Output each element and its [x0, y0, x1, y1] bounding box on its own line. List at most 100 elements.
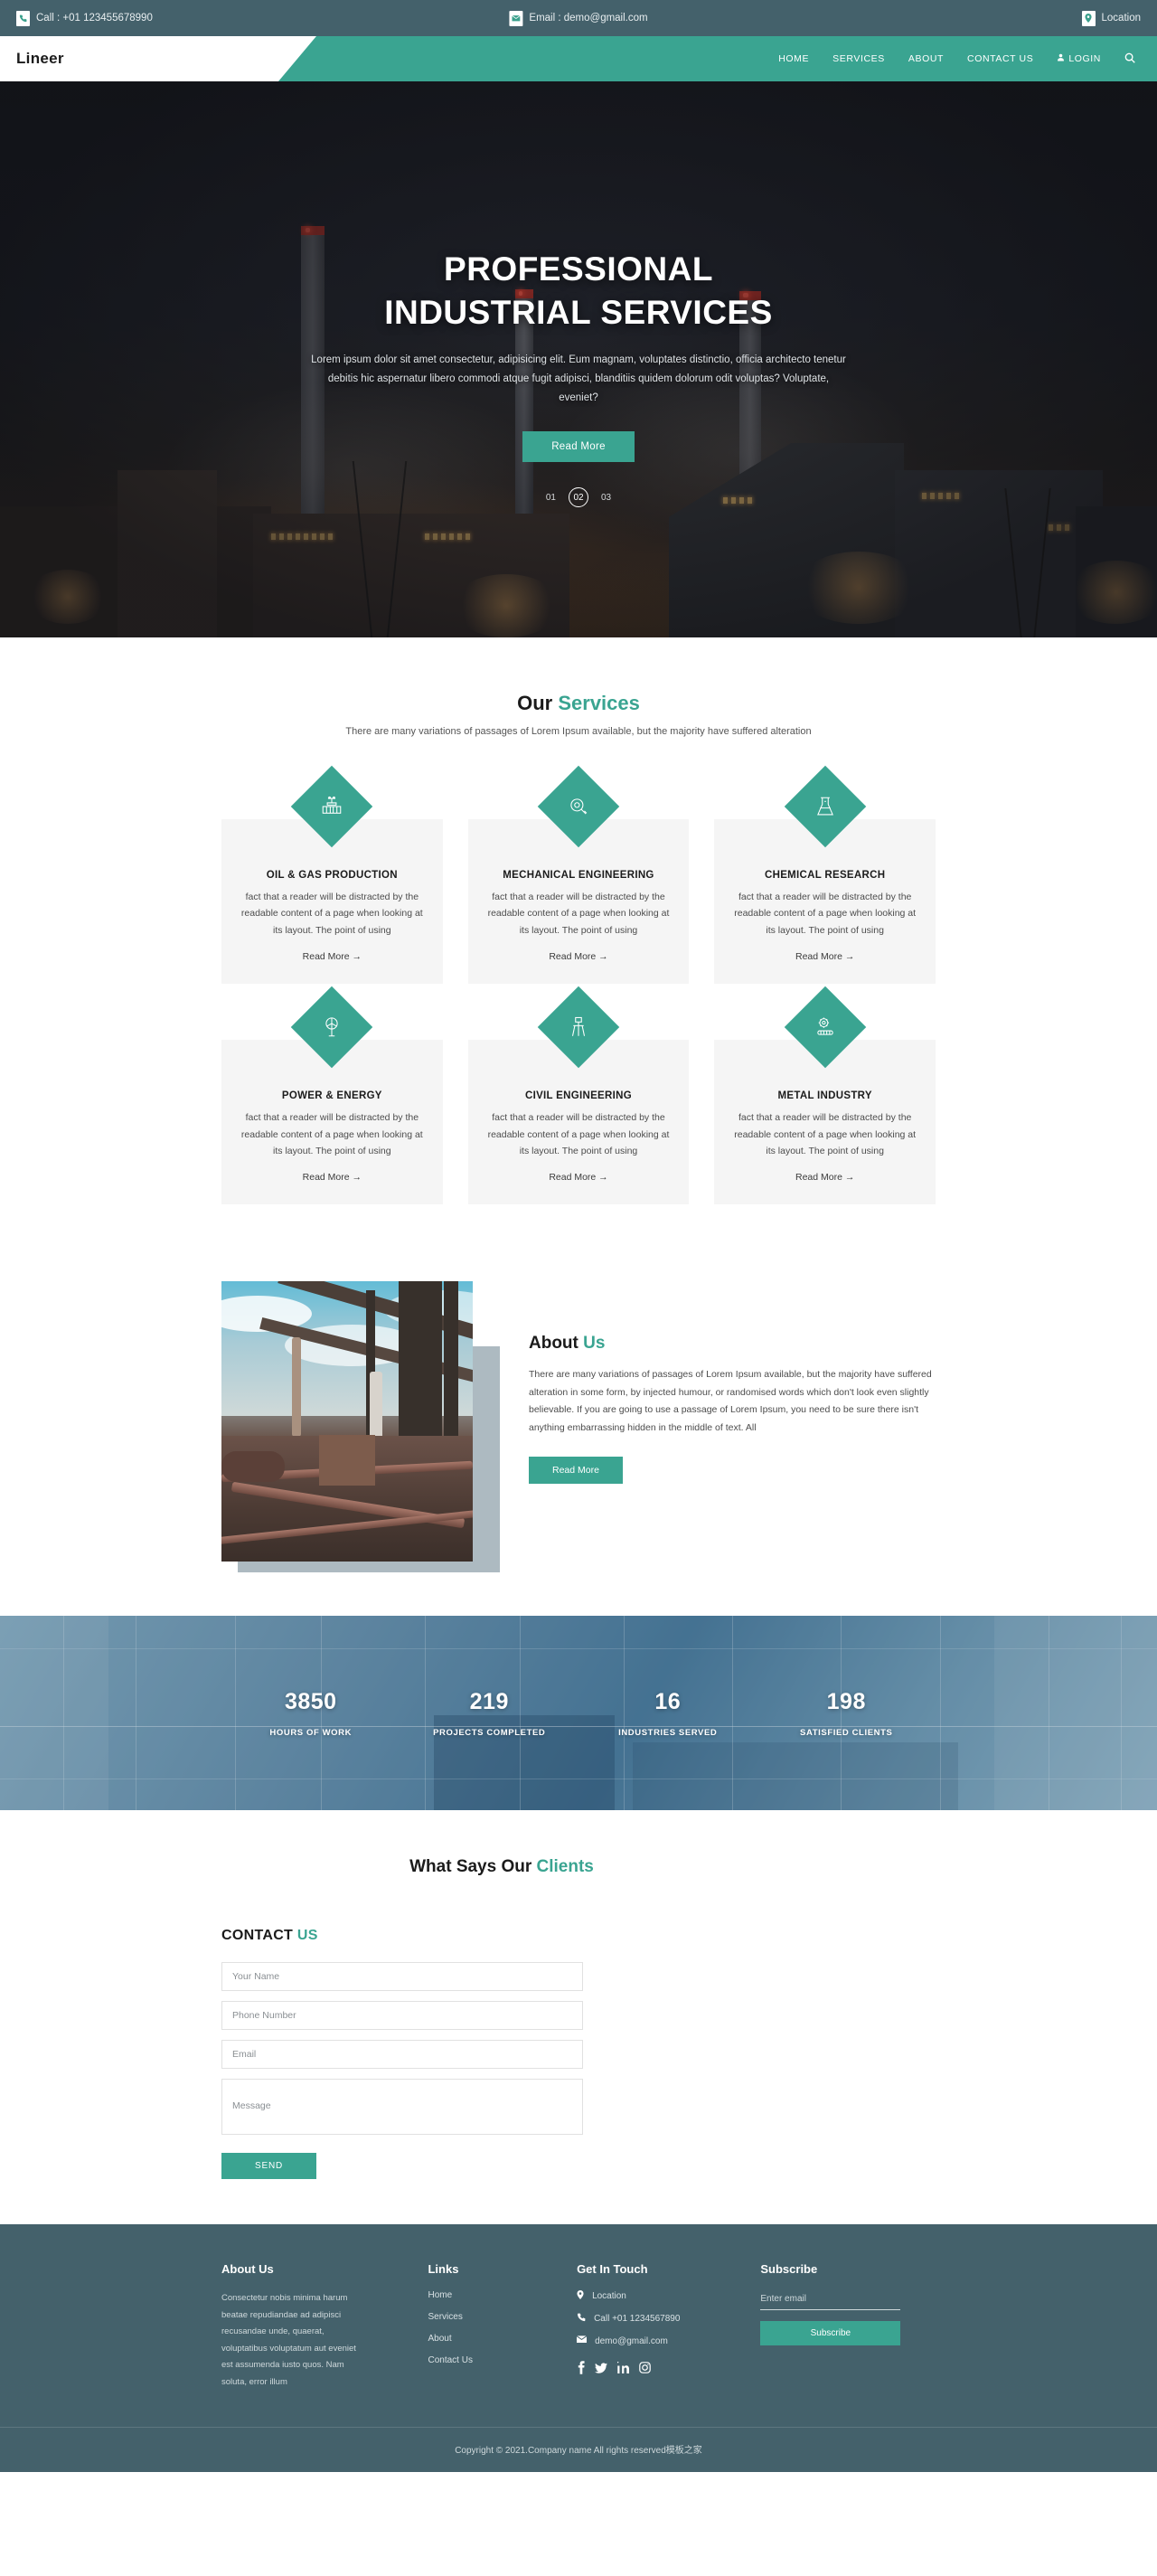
hero-slide-02[interactable]: 02	[569, 487, 588, 508]
nav-item-login-label: LOGIN	[1068, 53, 1101, 64]
service-title: POWER & ENERGY	[281, 1090, 382, 1102]
about-section: About Us There are many variations of pa…	[0, 1231, 1157, 1617]
about-heading-plain: About	[529, 1334, 584, 1354]
footer-email[interactable]: demo@gmail.com	[577, 2335, 760, 2346]
service-card[interactable]: POWER & ENERGY fact that a reader will b…	[221, 986, 443, 1205]
service-read-more-link[interactable]: Read More →	[549, 1172, 607, 1183]
footer-location[interactable]: Location	[577, 2290, 760, 2302]
footer-touch-heading: Get In Touch	[577, 2262, 648, 2277]
topbar-email[interactable]: Email : demo@gmail.com	[509, 10, 648, 26]
topbar-location[interactable]: Location	[1081, 10, 1141, 26]
nav-item-login[interactable]: LOGIN	[1057, 53, 1101, 64]
service-card[interactable]: MECHANICAL ENGINEERING fact that a reade…	[467, 765, 690, 985]
twitter-icon[interactable]	[595, 2361, 608, 2374]
facebook-icon[interactable]	[577, 2361, 585, 2374]
service-title: MECHANICAL ENGINEERING	[503, 870, 654, 881]
hero-slider-pagination: 01 02 03	[546, 487, 611, 508]
hero-subtitle: Lorem ipsum dolor sit amet consectetur, …	[311, 354, 846, 404]
service-text: fact that a reader will be distracted by…	[487, 892, 670, 936]
copyright-bar: Copyright © 2021.Company name All rights…	[0, 2427, 1157, 2472]
about-image-container	[221, 1281, 502, 1573]
service-read-more-link[interactable]: Read More →	[303, 1172, 362, 1183]
flask-icon	[784, 765, 866, 848]
stats-counter-section: 3850 HOURS OF WORK 219 PROJECTS COMPLETE…	[0, 1616, 1157, 1811]
stat-item: 219 PROJECTS COMPLETED	[400, 1689, 579, 1738]
map-pin-icon	[1081, 10, 1096, 26]
hero-title-line2: INDUSTRIAL SERVICES	[384, 293, 773, 331]
stat-value: 3850	[284, 1688, 337, 1714]
service-card[interactable]: METAL INDUSTRY fact that a reader will b…	[714, 986, 936, 1205]
service-text: fact that a reader will be distracted by…	[487, 1112, 670, 1156]
about-heading-accent: Us	[583, 1334, 606, 1354]
stat-item: 16 INDUSTRIES SERVED	[578, 1689, 757, 1738]
nav-item-contact-us[interactable]: CONTACT US	[967, 53, 1033, 64]
footer-about-column: About Us Consectetur nobis minima harum …	[221, 2262, 428, 2391]
about-body-text: There are many variations of passages of…	[529, 1369, 932, 1433]
topbar-phone[interactable]: Call : +01 123455678990	[16, 10, 153, 26]
site-logo[interactable]: Lineer	[16, 50, 64, 68]
footer-phone-label: Call +01 1234567890	[594, 2314, 681, 2325]
service-read-more-link[interactable]: Read More →	[795, 951, 854, 962]
footer-links-column: Links Home Services About Contact Us	[428, 2262, 577, 2391]
contact-heading-plain: CONTACT	[221, 1928, 297, 1944]
services-description: There are many variations of passages of…	[345, 726, 812, 737]
nav-item-services[interactable]: SERVICES	[832, 53, 885, 64]
topbar-phone-label: Call : +01 123455678990	[36, 13, 153, 24]
service-read-more-link[interactable]: Read More →	[795, 1172, 854, 1183]
gear-wrench-icon	[537, 765, 620, 848]
stat-value: 16	[654, 1688, 682, 1714]
service-text: fact that a reader will be distracted by…	[240, 1112, 423, 1156]
hero-slide-01[interactable]: 01	[546, 493, 556, 503]
footer-link-home[interactable]: Home	[428, 2290, 577, 2300]
map-pin-icon	[577, 2290, 584, 2302]
stat-item: 198 SATISFIED CLIENTS	[757, 1689, 936, 1738]
service-card[interactable]: OIL & GAS PRODUCTION fact that a reader …	[221, 765, 443, 985]
valve-icon	[291, 765, 373, 848]
stat-label: SATISFIED CLIENTS	[800, 1727, 893, 1738]
footer-link-contact-us[interactable]: Contact Us	[428, 2355, 577, 2365]
footer-links-heading: Links	[428, 2262, 459, 2277]
email-input[interactable]	[221, 2040, 583, 2070]
about-image	[221, 1281, 473, 1562]
service-card[interactable]: CHEMICAL RESEARCH fact that a reader wil…	[714, 765, 936, 985]
search-icon[interactable]	[1124, 52, 1135, 66]
stats-row: 3850 HOURS OF WORK 219 PROJECTS COMPLETE…	[221, 1689, 936, 1738]
service-title: CIVIL ENGINEERING	[524, 1090, 632, 1102]
subscribe-button[interactable]: Subscribe	[760, 2321, 901, 2346]
hero-read-more-button[interactable]: Read More	[522, 431, 635, 463]
service-read-more-link[interactable]: Read More →	[303, 951, 362, 962]
footer-location-label: Location	[592, 2291, 626, 2302]
service-title: OIL & GAS PRODUCTION	[266, 870, 398, 881]
stat-item: 3850 HOURS OF WORK	[221, 1689, 400, 1738]
message-textarea[interactable]	[221, 2079, 583, 2136]
testimonials-heading: What Says Our Clients	[0, 1857, 1157, 1877]
service-card[interactable]: CIVIL ENGINEERING fact that a reader wil…	[467, 986, 690, 1205]
nav-item-home[interactable]: HOME	[778, 53, 809, 64]
stat-label: INDUSTRIES SERVED	[618, 1727, 718, 1738]
logo-container[interactable]: Lineer	[0, 36, 316, 81]
footer-subscribe-heading: Subscribe	[760, 2262, 818, 2277]
nav-item-about[interactable]: ABOUT	[908, 53, 944, 64]
stat-label: HOURS OF WORK	[269, 1727, 353, 1738]
surveyor-tripod-icon	[537, 986, 620, 1069]
footer-subscribe-column: Subscribe Subscribe	[760, 2262, 936, 2391]
phone-input[interactable]	[221, 2001, 583, 2031]
contact-form: SEND	[221, 1962, 583, 2180]
about-read-more-button[interactable]: Read More	[529, 1456, 623, 1484]
footer-link-about[interactable]: About	[428, 2334, 577, 2344]
footer-link-services[interactable]: Services	[428, 2312, 577, 2322]
hero-title: PROFESSIONAL INDUSTRIAL SERVICES	[384, 248, 773, 335]
service-text: fact that a reader will be distracted by…	[734, 1112, 917, 1156]
service-text: fact that a reader will be distracted by…	[734, 892, 917, 936]
nav-item-home-label: HOME	[778, 53, 810, 64]
subscribe-email-input[interactable]	[760, 2290, 901, 2311]
service-read-more-link[interactable]: Read More →	[549, 951, 607, 962]
service-text: fact that a reader will be distracted by…	[240, 892, 423, 936]
hero-slide-03[interactable]: 03	[601, 493, 611, 503]
services-heading: Our Services	[0, 692, 1157, 715]
send-button[interactable]: SEND	[221, 2153, 316, 2180]
instagram-icon[interactable]	[639, 2361, 651, 2374]
name-input[interactable]	[221, 1962, 583, 1992]
footer-phone[interactable]: Call +01 1234567890	[577, 2313, 760, 2325]
linkedin-icon[interactable]	[617, 2361, 630, 2374]
